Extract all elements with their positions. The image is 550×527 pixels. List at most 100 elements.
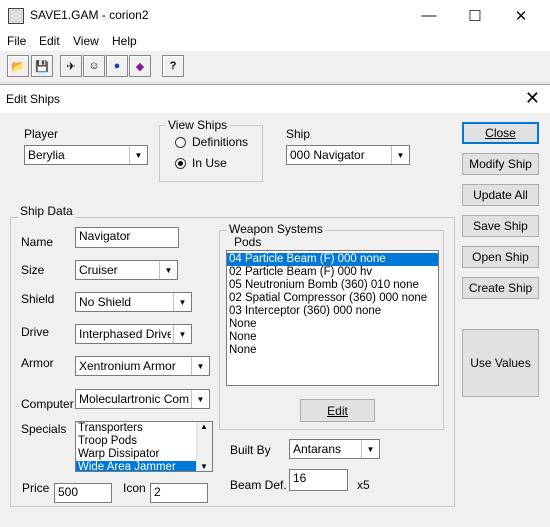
edit-ships-dialog: Edit Ships ✕ Player Berylia ▼ View Ships…	[0, 84, 550, 527]
ship-label: Ship	[286, 127, 311, 141]
beam-def-multiplier: x5	[357, 478, 370, 492]
list-item[interactable]: 05 Neutronium Bomb (360) 010 none	[227, 279, 438, 292]
ship-value: 000 Navigator	[290, 148, 365, 162]
computer-select[interactable]: Moleculartronic Compute ▼	[75, 389, 210, 409]
app-icon	[8, 8, 24, 24]
edit-button[interactable]: Edit	[300, 399, 375, 422]
planet-icon[interactable]: ●	[106, 55, 128, 77]
beam-def-label: Beam Def.	[230, 478, 287, 492]
player-value: Berylia	[28, 148, 65, 162]
maximize-button[interactable]: ☐	[452, 0, 498, 31]
weapon-systems-label: Weapon Systems	[227, 222, 325, 236]
list-item[interactable]: None	[227, 344, 438, 357]
list-item[interactable]: Troop Pods	[76, 435, 212, 448]
specials-label: Specials	[21, 422, 67, 436]
player-select[interactable]: Berylia ▼	[24, 145, 148, 165]
list-item[interactable]: Warp Dissipator	[76, 448, 212, 461]
name-input[interactable]: Navigator	[75, 227, 179, 248]
view-ships-group	[159, 125, 263, 182]
chevron-down-icon: ▼	[129, 146, 147, 164]
armor-value: Xentronium Armor	[79, 359, 176, 373]
title-bar: SAVE1.GAM - corion2 — ☐ ✕	[0, 0, 550, 31]
menu-edit[interactable]: Edit	[39, 34, 60, 48]
menu-help[interactable]: Help	[112, 34, 137, 48]
menu-bar: File Edit View Help	[0, 31, 550, 51]
dialog-close-icon[interactable]: ✕	[525, 88, 540, 109]
chevron-down-icon: ▼	[159, 261, 177, 279]
chevron-down-icon: ▼	[173, 325, 191, 343]
dialog-title: Edit Ships	[6, 92, 61, 106]
edit-button-label: Edit	[327, 403, 348, 418]
toolbar: 📂 💾 ✈ ☺ ● ◆ ?	[0, 52, 550, 83]
chevron-down-icon: ▼	[391, 146, 409, 164]
radio-in-use-label: In Use	[192, 156, 227, 170]
shield-value: No Shield	[79, 295, 132, 309]
window-title: SAVE1.GAM - corion2	[30, 8, 149, 22]
close-button-label: Close	[485, 126, 516, 140]
radio-in-use[interactable]	[175, 158, 186, 169]
scroll-down-icon[interactable]: ▼	[200, 462, 208, 471]
chevron-down-icon: ▼	[173, 293, 191, 311]
price-input[interactable]: 500	[54, 483, 112, 503]
armor-select[interactable]: Xentronium Armor ▼	[75, 356, 210, 376]
help-icon[interactable]: ?	[162, 55, 184, 77]
list-item[interactable]: None	[227, 318, 438, 331]
specials-scrollbar[interactable]: ▲ ▼	[196, 422, 212, 471]
pods-label: Pods	[234, 235, 262, 249]
ship-icon[interactable]: ✈	[60, 55, 82, 77]
create-ship-button[interactable]: Create Ship	[462, 277, 539, 299]
armor-label: Armor	[21, 356, 54, 370]
close-button[interactable]: Close	[462, 122, 539, 144]
list-item[interactable]: None	[227, 331, 438, 344]
update-all-button[interactable]: Update All	[462, 184, 539, 206]
icon-input[interactable]: 2	[150, 483, 208, 503]
name-label: Name	[21, 235, 54, 249]
built-by-select[interactable]: Antarans ▼	[289, 439, 380, 459]
size-value: Cruiser	[79, 263, 118, 277]
shield-label: Shield	[21, 292, 55, 306]
weapons-listbox[interactable]: 04 Particle Beam (F) 000 none 02 Particl…	[226, 250, 439, 386]
built-by-label: Built By	[230, 443, 271, 457]
dialog-title-bar: Edit Ships ✕	[0, 85, 550, 113]
window-close-button[interactable]: ✕	[498, 0, 544, 31]
ship-select[interactable]: 000 Navigator ▼	[286, 145, 410, 165]
list-item[interactable]: 02 Particle Beam (F) 000 hv	[227, 266, 438, 279]
size-label: Size	[21, 263, 45, 277]
list-item-selected[interactable]: 04 Particle Beam (F) 000 none	[227, 253, 438, 266]
chevron-down-icon: ▼	[361, 440, 379, 458]
use-values-button[interactable]: Use Values	[462, 329, 539, 397]
face-icon[interactable]: ☺	[83, 55, 105, 77]
radio-definitions[interactable]	[175, 137, 186, 148]
computer-label: Computer	[21, 397, 74, 411]
save-disk-icon[interactable]: 💾	[31, 55, 53, 77]
menu-view[interactable]: View	[73, 34, 99, 48]
gem-icon[interactable]: ◆	[129, 55, 151, 77]
icon-label: Icon	[123, 481, 146, 495]
list-item[interactable]: Transporters	[76, 422, 212, 435]
specials-listbox[interactable]: Transporters Troop Pods Warp Dissipator …	[75, 421, 213, 472]
radio-definitions-label: Definitions	[192, 135, 249, 149]
shield-select[interactable]: No Shield ▼	[75, 292, 192, 312]
open-folder-icon[interactable]: 📂	[7, 55, 29, 77]
modify-ship-button[interactable]: Modify Ship	[462, 153, 539, 175]
built-by-value: Antarans	[293, 442, 342, 456]
open-ship-button[interactable]: Open Ship	[462, 246, 539, 268]
chevron-down-icon: ▼	[191, 390, 209, 408]
player-label: Player	[24, 127, 59, 141]
menu-file[interactable]: File	[7, 34, 26, 48]
size-select[interactable]: Cruiser ▼	[75, 260, 178, 280]
price-label: Price	[22, 481, 50, 495]
minimize-button[interactable]: —	[406, 0, 452, 31]
view-ships-label: View Ships	[166, 118, 230, 132]
chevron-down-icon: ▼	[191, 357, 209, 375]
scroll-up-icon[interactable]: ▲	[200, 422, 208, 431]
drive-value: Interphased Drive	[79, 327, 171, 341]
save-ship-button[interactable]: Save Ship	[462, 215, 539, 237]
list-item[interactable]: 02 Spatial Compressor (360) 000 none	[227, 292, 438, 305]
computer-value: Moleculartronic Compute	[79, 392, 189, 406]
ship-data-label: Ship Data	[18, 204, 75, 218]
list-item[interactable]: 03 Interceptor (360) 000 none	[227, 305, 438, 318]
beam-def-input[interactable]: 16	[289, 469, 348, 491]
list-item-selected[interactable]: Wide Area Jammer	[76, 461, 212, 471]
drive-select[interactable]: Interphased Drive ▼	[75, 324, 192, 344]
